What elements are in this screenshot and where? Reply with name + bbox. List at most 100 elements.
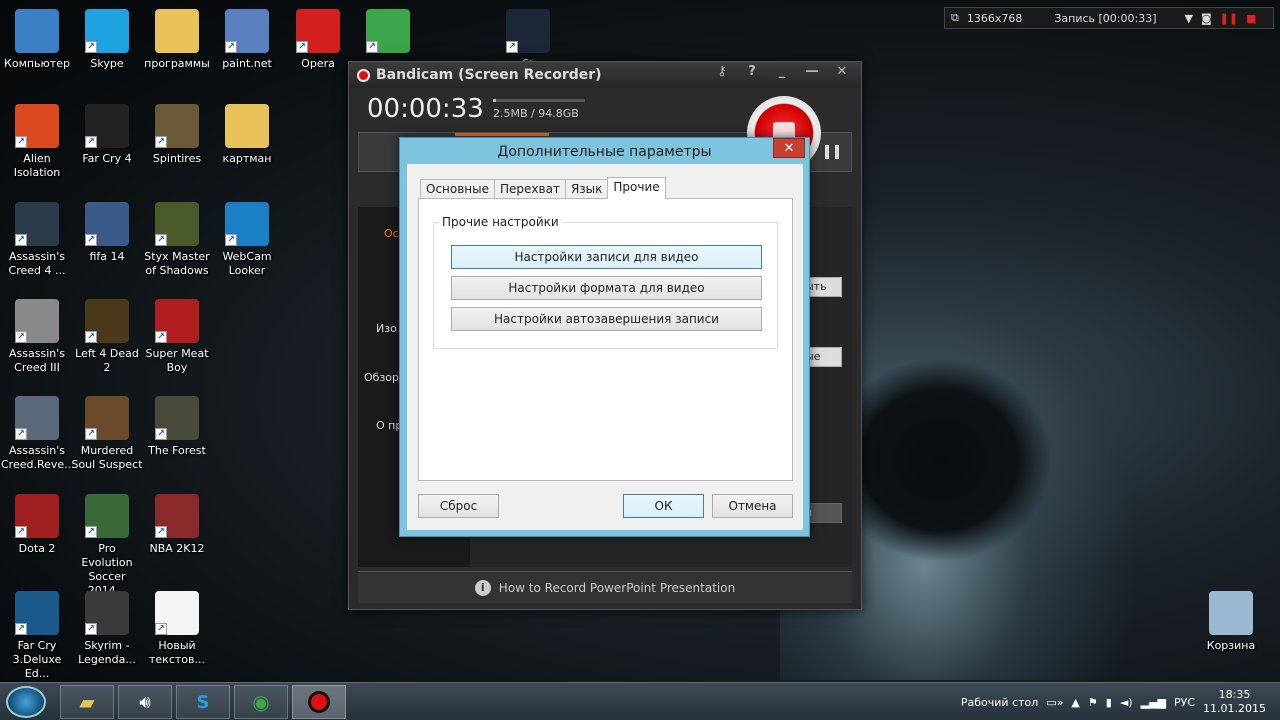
explorer-taskbar-icon[interactable]: ▰ (60, 685, 114, 719)
chrome-icon: ↗ (366, 9, 410, 53)
resize-icon[interactable]: ⧉ (951, 11, 959, 25)
chrome-taskbar-icon[interactable]: ◉ (234, 685, 288, 719)
recording-status: Запись [00:00:33] (1054, 11, 1157, 25)
desktop-icon-assassins-creed-4[interactable]: ↗ Assassin's Creed 4 ... (1, 202, 73, 278)
desktop-icon-label: картман (222, 152, 272, 165)
power-icon[interactable]: ▮ (1106, 696, 1112, 709)
bandicam-tip-bar[interactable]: i How to Record PowerPoint Presentation (358, 571, 852, 603)
desktop-icon-left-4-dead-2[interactable]: ↗ Left 4 Dead 2 (71, 299, 143, 375)
bandicam-titlebar[interactable]: Bandicam (Screen Recorder) ⚷ ? _ — ✕ (349, 62, 861, 88)
tab-language[interactable]: Язык (564, 179, 609, 199)
desktop-icon-alien-isolation[interactable]: ↗ Alien Isolation (1, 104, 73, 180)
sidebar-item-2[interactable]: Обзор (364, 371, 399, 384)
desktop-icon-skype[interactable]: ↗ Skype (71, 9, 143, 71)
video-record-settings-button[interactable]: Настройки записи для видео (451, 245, 762, 269)
skype-taskbar-icon[interactable]: S (176, 685, 230, 719)
minimize-icon[interactable]: — (799, 64, 825, 79)
desktop-icon-label: Skyrim - Legenda... (78, 639, 136, 666)
folder-icon[interactable]: ▭» (1046, 696, 1063, 709)
shortcut-arrow-icon: ↗ (506, 41, 518, 53)
desktop-icon-programs-folder[interactable]: программы (141, 9, 213, 71)
desktop-icon-far-cry-3[interactable]: ↗ Far Cry 3.Deluxe Ed... (1, 591, 73, 681)
cancel-button[interactable]: Отмена (712, 494, 793, 518)
close-button[interactable]: ✕ (773, 138, 805, 158)
start-button[interactable] (6, 686, 46, 718)
tab-main[interactable]: Основные (420, 179, 496, 199)
desktop-icon-cartman-folder[interactable]: картман (211, 104, 283, 166)
nba-2k12-icon: ↗ (155, 494, 199, 538)
desktop-icon-paintnet[interactable]: ↗ paint.net (211, 9, 283, 71)
desktop-icon-new-text-document[interactable]: ↗ Новый текстов... (141, 591, 213, 667)
auto-complete-settings-button[interactable]: Настройки автозавершения записи (451, 307, 762, 331)
shortcut-arrow-icon: ↗ (85, 526, 97, 538)
stop-icon[interactable]: ■ (1246, 12, 1256, 25)
desktop-icon-assassins-creed-revelations[interactable]: ↗ Assassin's Creed.Reve... (1, 396, 75, 472)
recorder-overlay-bar: ⧉ 1366x768 Запись [00:00:33] ▼ ◙ ❚❚ ■ (944, 7, 1274, 29)
spintires-icon: ↗ (155, 104, 199, 148)
desktop-icon-super-meat-boy[interactable]: ↗ Super Meat Boy (141, 299, 213, 375)
desktop-icon-pes-2014[interactable]: ↗ Pro Evolution Soccer 2014... (71, 494, 143, 598)
ok-button[interactable]: ОК (623, 494, 704, 518)
desktop-icon-label: Alien Isolation (13, 152, 61, 179)
desktop-icon-dota-2[interactable]: ↗ Dota 2 (1, 494, 73, 556)
desktop-icon-far-cry-4[interactable]: ↗ Far Cry 4 (71, 104, 143, 166)
desktop-icon-label: Корзина (1206, 639, 1256, 652)
tab-strip: Основные Перехват Язык Прочие (420, 177, 666, 199)
desktop-icon-recycle-bin[interactable]: Корзина (1195, 591, 1267, 653)
clock[interactable]: 18:35 11.01.2015 (1203, 688, 1266, 716)
language-indicator[interactable]: РУС (1174, 696, 1195, 709)
desktop-icon-computer[interactable]: Компьютер (1, 9, 73, 71)
other-settings-group: Прочие настройки Настройки записи для ви… (433, 215, 778, 349)
the-forest-icon: ↗ (155, 396, 199, 440)
desktop-icon-label: Opera (301, 57, 335, 70)
reset-button[interactable]: Сброс (418, 494, 499, 518)
bandicam-taskbar-icon[interactable] (292, 685, 346, 719)
network-icon[interactable]: ▂▄▆ (1141, 696, 1166, 709)
key-icon[interactable]: ⚷ (709, 64, 735, 79)
desktop-icon-chrome[interactable]: ↗ (352, 9, 424, 57)
dropdown-icon[interactable]: ▼ (1185, 12, 1193, 25)
desktop-icon-spintires[interactable]: ↗ Spintires (141, 104, 213, 166)
pause-icon[interactable]: ❚❚ (1220, 12, 1238, 25)
shortcut-arrow-icon: ↗ (155, 623, 167, 635)
desktop-icon-opera[interactable]: ↗ Opera (282, 9, 354, 71)
styx-icon: ↗ (155, 202, 199, 246)
help-icon[interactable]: ? (739, 64, 765, 79)
desktop-icon-assassins-creed-3[interactable]: ↗ Assassin's Creed III (1, 299, 73, 375)
sidebar-item-0[interactable]: Ос (384, 227, 399, 240)
desktop-icon-murdered-soul-suspect[interactable]: ↗ Murdered Soul Suspect (71, 396, 143, 472)
shortcut-arrow-icon: ↗ (15, 234, 27, 246)
sidebar-item-1[interactable]: Изо (376, 322, 397, 335)
tray-up-arrow-icon[interactable]: ▲ (1071, 696, 1079, 709)
desktop-icon-fifa-14[interactable]: ↗ fifa 14 (71, 202, 143, 264)
desktop-icon-label: Skype (90, 57, 124, 70)
tab-other[interactable]: Прочие (607, 177, 666, 199)
volume-icon[interactable]: ◄) (1120, 696, 1133, 709)
dialog-body: Основные Перехват Язык Прочие Прочие нас… (407, 164, 803, 530)
flag-icon[interactable]: ⚑ (1088, 696, 1098, 709)
dota-2-icon: ↗ (15, 494, 59, 538)
minimize-to-bar-icon[interactable]: _ (769, 64, 795, 79)
camera-icon[interactable]: ◙ (1201, 12, 1212, 25)
desktop-icon-nba-2k12[interactable]: ↗ NBA 2K12 (141, 494, 213, 556)
tab-capture[interactable]: Перехват (494, 179, 566, 199)
desktop-icon-webcam-looker[interactable]: ↗ WebCam Looker (211, 202, 283, 278)
dialog-title[interactable]: Дополнительные параметры (400, 138, 809, 164)
shortcut-arrow-icon: ↗ (85, 234, 97, 246)
pause-button[interactable] (825, 145, 839, 159)
system-tray: Рабочий стол ▭» ▲ ⚑ ▮ ◄) ▂▄▆ РУС 18:35 1… (961, 683, 1280, 720)
desktop-icon-label: Компьютер (4, 57, 70, 70)
tip-text[interactable]: How to Record PowerPoint Presentation (499, 581, 735, 595)
desktop-icon-styx[interactable]: ↗ Styx Master of Shadows (141, 202, 213, 278)
desktop-icon-skyrim[interactable]: ↗ Skyrim - Legenda... (71, 591, 143, 667)
desktop-icon-the-forest[interactable]: ↗ The Forest (141, 396, 213, 458)
shortcut-arrow-icon: ↗ (155, 234, 167, 246)
sound-taskbar-icon[interactable]: 🔊︎ (118, 685, 172, 719)
video-format-settings-button[interactable]: Настройки формата для видео (451, 276, 762, 300)
shortcut-arrow-icon: ↗ (155, 428, 167, 440)
close-icon[interactable]: ✕ (829, 64, 855, 79)
desktop-icon-label: Assassin's Creed.Reve... (1, 444, 75, 471)
desktop-toolbar-label[interactable]: Рабочий стол (961, 696, 1038, 709)
desktop-icon-label: Left 4 Dead 2 (75, 347, 139, 374)
desktop-icon-label: Pro Evolution Soccer 2014... (81, 542, 133, 597)
